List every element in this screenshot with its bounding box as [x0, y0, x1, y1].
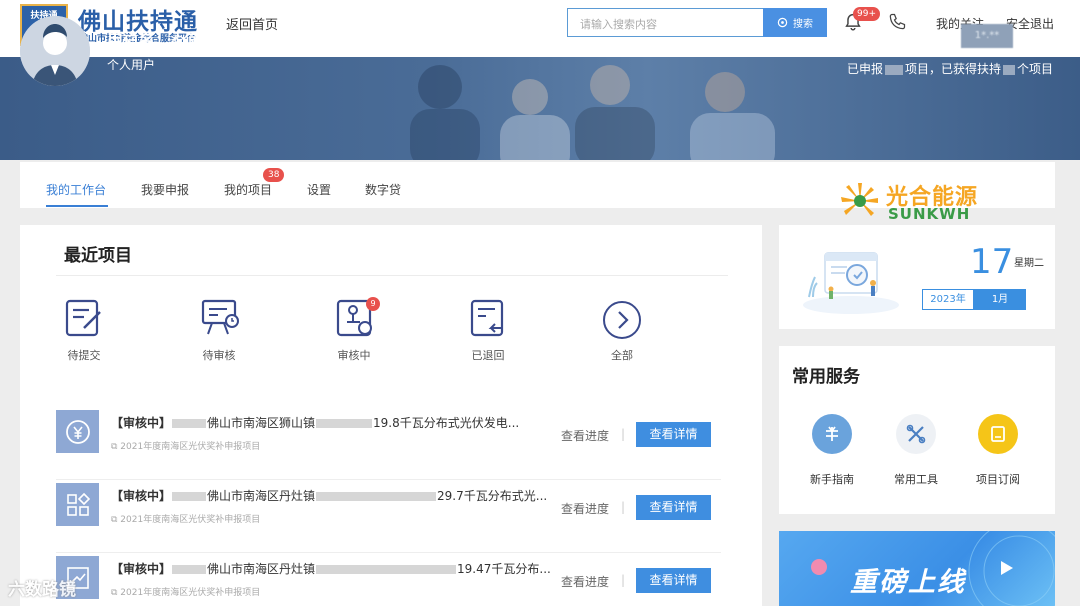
user-type: 个人用户 — [107, 58, 156, 72]
project-spec: 19.8千瓦分布式光伏发电... — [373, 416, 520, 430]
support-amount: 1*.** — [961, 24, 1013, 48]
project-spec: 19.47千瓦分布... — [457, 562, 551, 576]
tools-icon[interactable] — [896, 414, 936, 454]
project-city: 佛山市南海区狮山镇 — [207, 416, 316, 430]
status-all[interactable]: 全部 — [592, 347, 652, 363]
project-row[interactable]: 【审核中】 佛山市南海区丹灶镇 19.47千瓦分布... ⧉ 2021年度南海区光伏… — [56, 554, 721, 606]
project-category-text: 2021年度南海区光伏奖补申报项目 — [120, 442, 261, 452]
projects-count-badge: 38 — [263, 168, 285, 182]
redacted-name — [172, 419, 207, 428]
search-icon — [777, 17, 788, 28]
banner-people-image — [410, 65, 775, 160]
tab-workbench[interactable]: 我的工作台 — [46, 181, 106, 198]
redacted-count — [1003, 64, 1016, 75]
project-category-text: 2021年度南海区光伏奖补申报项目 — [120, 515, 261, 525]
project-spec: 29.7千瓦分布式光... — [437, 489, 548, 503]
project-title[interactable]: 【审核中】 佛山市南海区丹灶镇 19.47千瓦分布... — [111, 560, 551, 577]
project-category: ⧉ 2021年度南海区光伏奖补申报项目 — [111, 442, 261, 452]
in-review-count-badge: 9 — [366, 297, 380, 311]
tab-settings[interactable]: 设置 — [307, 181, 331, 198]
support-unit: 万元 — [1022, 30, 1055, 49]
sponsor-name-en: SUNKWH — [888, 205, 971, 223]
yen-icon — [56, 410, 99, 453]
service-beginner-guide[interactable]: 新手指南 — [797, 471, 867, 487]
status-pending-submit[interactable]: 待提交 — [54, 347, 114, 363]
book-icon[interactable] — [978, 414, 1018, 454]
status-pending-review[interactable]: 待审核 — [189, 347, 249, 363]
project-status: 【审核中】 — [111, 489, 172, 503]
tab-apply[interactable]: 我要申报 — [141, 181, 189, 198]
separator: | — [621, 500, 626, 514]
redacted-name — [172, 492, 207, 501]
project-category-text: 2021年度南海区光伏奖补申报项目 — [120, 588, 261, 598]
view-detail-button[interactable]: 查看详情 — [636, 422, 711, 447]
view-progress-link[interactable]: 查看进度 — [561, 427, 609, 444]
redacted-count — [885, 64, 904, 75]
service-project-subscribe[interactable]: 项目订阅 — [963, 471, 1033, 487]
support-summary: 已申报 项目，已获得扶持 个项目 — [847, 60, 1053, 77]
board-clock-icon[interactable] — [200, 297, 240, 337]
notification-badge: 99+ — [853, 7, 880, 21]
watermark: 六数路镜 — [8, 580, 76, 600]
view-progress-link[interactable]: 查看进度 — [561, 573, 609, 590]
username: 用户名：**丽 — [107, 31, 204, 50]
search-input[interactable]: 请输入搜索内容 — [567, 8, 763, 37]
recent-projects-title: 最近项目 — [64, 246, 132, 266]
project-status: 【审核中】 — [111, 562, 172, 576]
project-row[interactable]: 【审核中】 佛山市南海区丹灶镇 29.7千瓦分布式光... ⧉ 2021年度南海区光… — [56, 481, 721, 553]
back-home-link[interactable]: 返回首页 — [226, 14, 278, 33]
support-label: 已获扶持 — [885, 30, 950, 49]
grid-shapes-icon — [56, 483, 99, 526]
view-detail-button[interactable]: 查看详情 — [636, 495, 711, 520]
calendar-day: 17 — [970, 242, 1014, 282]
summary-suffix: 个项目 — [1017, 62, 1054, 76]
calendar-card — [779, 225, 1055, 329]
separator: | — [621, 427, 626, 441]
project-city: 佛山市南海区丹灶镇 — [207, 489, 316, 503]
project-status: 【审核中】 — [111, 416, 172, 430]
calendar-weekday: 星期二 — [1014, 258, 1044, 269]
redacted-name — [172, 565, 207, 574]
divider — [56, 275, 728, 276]
search-button[interactable]: 搜索 — [763, 8, 827, 37]
active-tab-indicator — [46, 205, 108, 207]
return-doc-icon[interactable] — [469, 298, 509, 338]
separator: | — [621, 573, 626, 587]
project-row[interactable]: 【审核中】 佛山市南海区狮山镇 19.8千瓦分布式光伏发电... ⧉ 2021年度南… — [56, 408, 721, 480]
status-in-review[interactable]: 审核中 — [324, 347, 384, 363]
summary-prefix: 已申报 — [847, 62, 884, 76]
promo-text: 重磅上线 — [850, 567, 966, 598]
project-category: ⧉ 2021年度南海区光伏奖补申报项目 — [111, 588, 261, 598]
guide-icon[interactable] — [812, 414, 852, 454]
status-returned[interactable]: 已退回 — [458, 347, 518, 363]
search-button-label: 搜索 — [793, 19, 813, 30]
chevron-right-circle-icon[interactable] — [602, 300, 642, 340]
project-title[interactable]: 【审核中】 佛山市南海区狮山镇 19.8千瓦分布式光伏发电... — [111, 414, 519, 431]
edit-doc-icon[interactable] — [64, 298, 104, 338]
tab-my-projects[interactable]: 我的项目 — [224, 181, 272, 198]
calendar-month: 1月 — [974, 289, 1026, 310]
service-common-tools[interactable]: 常用工具 — [881, 471, 951, 487]
project-category: ⧉ 2021年度南海区光伏奖补申报项目 — [111, 515, 261, 525]
services-title: 常用服务 — [792, 367, 860, 387]
project-title[interactable]: 【审核中】 佛山市南海区丹灶镇 29.7千瓦分布式光... — [111, 487, 547, 504]
view-progress-link[interactable]: 查看进度 — [561, 500, 609, 517]
project-city: 佛山市南海区丹灶镇 — [207, 562, 316, 576]
redacted-address — [316, 419, 373, 428]
sunflower-logo-icon — [841, 183, 878, 216]
tab-digital-loan[interactable]: 数字贷 — [365, 181, 401, 198]
redacted-address — [316, 565, 457, 574]
view-detail-button[interactable]: 查看详情 — [636, 568, 711, 593]
avatar-person-icon — [20, 16, 90, 86]
summary-middle: 项目，已获得扶持 — [905, 62, 1002, 76]
user-avatar[interactable] — [20, 16, 90, 86]
calendar-illustration — [803, 252, 899, 314]
redacted-address — [316, 492, 437, 501]
calendar-year: 2023年 — [922, 289, 974, 310]
